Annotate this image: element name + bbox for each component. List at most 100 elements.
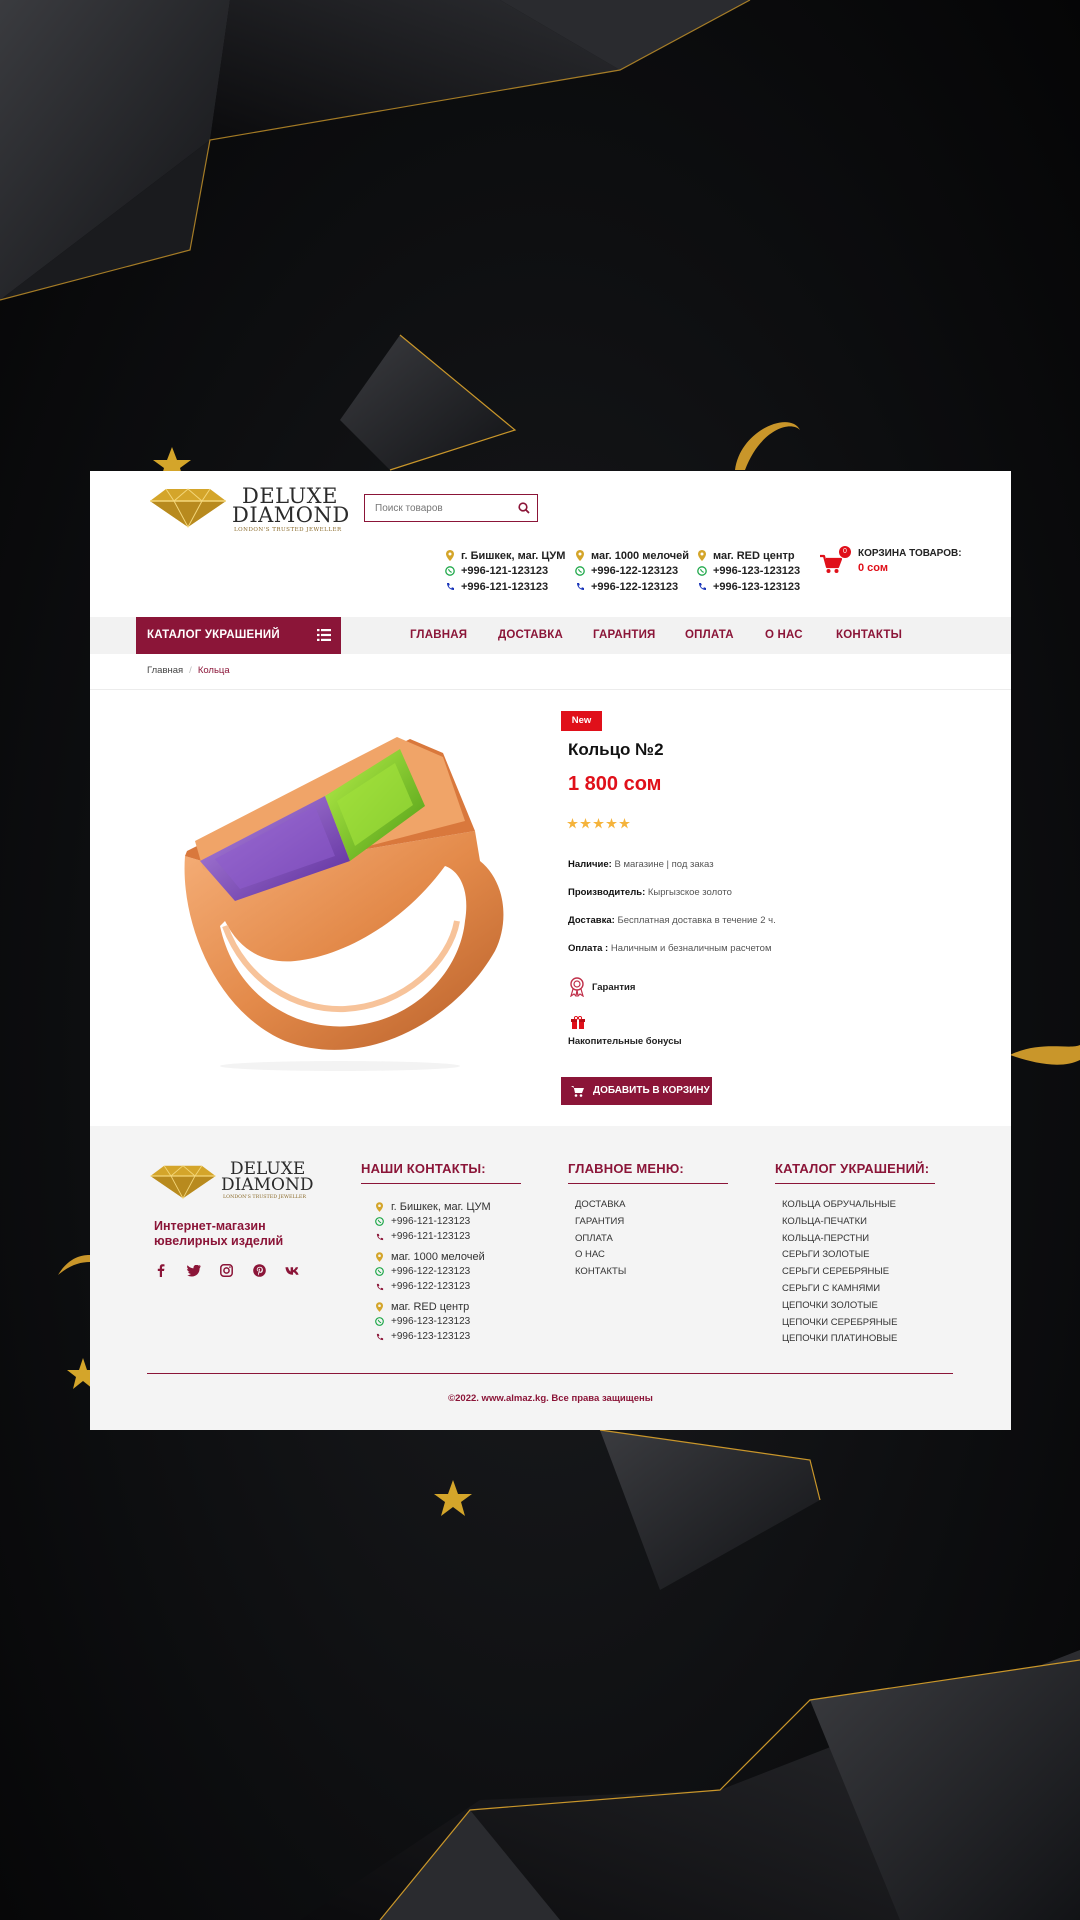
whatsapp-icon: [697, 566, 707, 577]
footer-catalog-item[interactable]: КОЛЬЦА-ПЕРСТНИ: [782, 1233, 897, 1250]
phone-number[interactable]: +996-123-123123: [713, 581, 800, 593]
store-address: г. Бишкек, маг. ЦУМ: [461, 549, 566, 562]
nav-item-home[interactable]: ГЛАВНАЯ: [410, 629, 467, 641]
spec-value: Наличным и безналичным расчетом: [610, 943, 772, 954]
phone-icon: [375, 1333, 384, 1341]
copyright: ©2022. www.almaz.kg. Все права защищены: [448, 1393, 653, 1404]
phone-icon: [697, 581, 707, 592]
store-address: маг. 1000 мелочей: [591, 549, 690, 562]
vk-icon[interactable]: [285, 1263, 300, 1278]
location-pin-icon: [375, 1201, 384, 1212]
phone-icon: [375, 1283, 384, 1291]
whatsapp-number[interactable]: +996-121-123123: [461, 565, 548, 577]
logo-tagline: LONDON'S TRUSTED JEWELLER: [223, 1195, 306, 1200]
phone-number[interactable]: +996-121-123123: [461, 581, 548, 593]
search-input[interactable]: [365, 495, 511, 521]
footer-menu-title: ГЛАВНОЕ МЕНЮ:: [568, 1161, 684, 1176]
whatsapp-number[interactable]: +996-122-123123: [591, 565, 678, 577]
catalog-button[interactable]: КАТАЛОГ УКРАШЕНИЙ: [136, 617, 341, 654]
crown-icon: [150, 488, 226, 529]
crown-icon: [150, 1165, 216, 1200]
rating-stars: [567, 818, 630, 829]
new-badge: New: [561, 711, 602, 731]
footer-catalog-item[interactable]: СЕРЬГИ СЕРЕБРЯНЫЕ: [782, 1266, 897, 1283]
footer-catalog-item[interactable]: КОЛЬЦА-ПЕЧАТКИ: [782, 1216, 897, 1233]
footer-menu-item[interactable]: ГАРАНТИЯ: [575, 1216, 626, 1233]
main-navbar: КАТАЛОГ УКРАШЕНИЙ ГЛАВНАЯ ДОСТАВКА ГАРАН…: [90, 617, 1011, 654]
footer-menu: ДОСТАВКА ГАРАНТИЯ ОПЛАТА О НАС КОНТАКТЫ: [575, 1199, 626, 1283]
bonuses-label: Накопительные бонусы: [568, 1036, 682, 1047]
footer-logo[interactable]: DELUXE DIAMOND LONDON'S TRUSTED JEWELLER: [147, 1160, 322, 1202]
footer-menu-item[interactable]: ДОСТАВКА: [575, 1199, 626, 1216]
nav-item-contacts[interactable]: КОНТАКТЫ: [836, 629, 902, 641]
breadcrumb-home[interactable]: Главная: [147, 665, 183, 676]
whatsapp-number[interactable]: +996-123-123123: [713, 565, 800, 577]
footer-catalog-item[interactable]: СЕРЬГИ ЗОЛОТЫЕ: [782, 1249, 897, 1266]
phone-number[interactable]: +996-122-123123: [391, 1281, 470, 1292]
nav-item-guarantee[interactable]: ГАРАНТИЯ: [593, 629, 656, 641]
web-page: DELUXE DIAMOND LONDON'S TRUSTED JEWELLER…: [90, 471, 1011, 1430]
cart-widget[interactable]: 0 КОРЗИНА ТОВАРОВ: 0 сом: [820, 546, 962, 586]
add-to-cart-button[interactable]: ДОБАВИТЬ В КОРЗИНУ: [561, 1077, 712, 1105]
footer-menu-item[interactable]: КОНТАКТЫ: [575, 1266, 626, 1283]
footer-contacts-title: НАШИ КОНТАКТЫ:: [361, 1161, 486, 1176]
facebook-icon[interactable]: [153, 1263, 168, 1278]
add-to-cart-label: ДОБАВИТЬ В КОРЗИНУ: [593, 1085, 710, 1096]
store-address: г. Бишкек, маг. ЦУМ: [391, 1200, 491, 1213]
cart-sum: 0 сом: [858, 562, 889, 574]
footer-catalog-item[interactable]: СЕРЬГИ С КАМНЯМИ: [782, 1283, 897, 1300]
cart-icon[interactable]: [820, 554, 842, 574]
nav-item-delivery[interactable]: ДОСТАВКА: [498, 629, 563, 641]
footer-catalog-item[interactable]: КОЛЬЦА ОБРУЧАЛЬНЫЕ: [782, 1199, 897, 1216]
footer-catalog-item[interactable]: ЦЕПОЧКИ ПЛАТИНОВЫЕ: [782, 1333, 897, 1350]
nav-item-payment[interactable]: ОПЛАТА: [685, 629, 734, 641]
instagram-icon[interactable]: [219, 1263, 234, 1278]
location-pin-icon: [375, 1301, 384, 1312]
whatsapp-number[interactable]: +996-121-123123: [391, 1216, 470, 1227]
twitter-icon[interactable]: [186, 1263, 201, 1278]
spec-payment: Оплата : Наличным и безналичным расчетом: [568, 943, 772, 954]
product-price: 1 800 сом: [568, 773, 662, 795]
phone-icon: [375, 1233, 384, 1241]
product-image[interactable]: [175, 721, 505, 1071]
footer-catalog: КОЛЬЦА ОБРУЧАЛЬНЫЕ КОЛЬЦА-ПЕЧАТКИ КОЛЬЦА…: [782, 1199, 897, 1350]
spec-label: Производитель:: [568, 887, 646, 898]
star-icon: [567, 818, 578, 829]
footer-menu-item[interactable]: ОПЛАТА: [575, 1233, 626, 1250]
whatsapp-number[interactable]: +996-123-123123: [391, 1316, 470, 1327]
nav-item-about[interactable]: О НАС: [765, 629, 803, 641]
footer-menu-item[interactable]: О НАС: [575, 1249, 626, 1266]
logo-tagline: LONDON'S TRUSTED JEWELLER: [234, 527, 342, 533]
store-address: маг. RED центр: [713, 549, 795, 562]
divider: [568, 1183, 728, 1184]
spec-value: Кыргызское золото: [647, 887, 732, 898]
brand-logo[interactable]: DELUXE DIAMOND LONDON'S TRUSTED JEWELLER: [146, 485, 358, 535]
location-pin-icon: [575, 550, 585, 562]
breadcrumb-current[interactable]: Кольца: [198, 665, 230, 676]
search-icon[interactable]: [517, 501, 531, 515]
star-icon: [580, 818, 591, 829]
phone-number[interactable]: +996-123-123123: [391, 1331, 470, 1342]
spec-label: Наличие:: [568, 859, 612, 870]
phone-number[interactable]: +996-121-123123: [391, 1231, 470, 1242]
phone-number[interactable]: +996-122-123123: [591, 581, 678, 593]
spec-label: Оплата :: [568, 943, 609, 954]
footer-tagline: Интернет-магазин ювелирных изделий: [154, 1219, 284, 1248]
social-links: [153, 1263, 300, 1278]
star-icon: [619, 818, 630, 829]
list-icon: [317, 629, 331, 641]
catalog-label: КАТАЛОГ УКРАШЕНИЙ: [147, 629, 280, 641]
logo-text: DIAMOND: [221, 1175, 314, 1195]
store-contact-3: маг. RED центр +996-123-123123 +996-123-…: [697, 548, 800, 595]
footer-catalog-title: КАТАЛОГ УКРАШЕНИЙ:: [775, 1161, 930, 1176]
whatsapp-icon: [445, 566, 455, 577]
store-address: маг. RED центр: [391, 1300, 470, 1313]
footer-catalog-item[interactable]: ЦЕПОЧКИ ЗОЛОТЫЕ: [782, 1300, 897, 1317]
footer-catalog-item[interactable]: ЦЕПОЧКИ СЕРЕБРЯНЫЕ: [782, 1317, 897, 1334]
phone-icon: [445, 581, 455, 592]
whatsapp-number[interactable]: +996-122-123123: [391, 1266, 470, 1277]
spec-manufacturer: Производитель: Кыргызское золото: [568, 887, 732, 898]
divider: [90, 689, 1011, 690]
guarantee-label: Гарантия: [592, 982, 636, 993]
pinterest-icon[interactable]: [252, 1263, 267, 1278]
